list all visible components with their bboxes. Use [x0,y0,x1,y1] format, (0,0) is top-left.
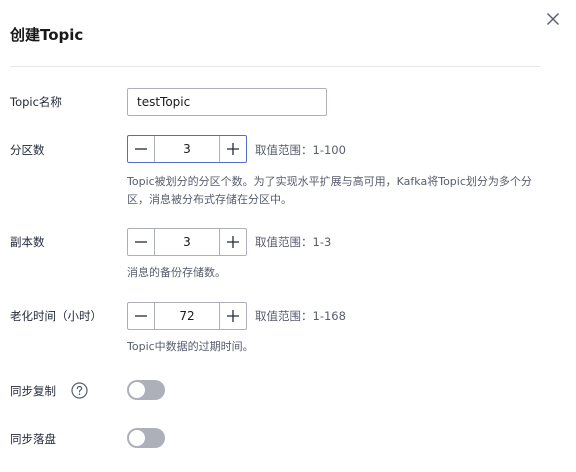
retention-value[interactable]: 72 [155,303,219,329]
retention-increment-button[interactable] [219,303,246,329]
retention-range: 取值范围：1-168 [255,309,346,323]
partitions-value[interactable]: 3 [155,136,219,162]
replicas-range: 取值范围：1-3 [255,235,332,249]
minus-icon [135,315,147,317]
retention-label: 老化时间（小时） [10,309,102,323]
partitions-stepper[interactable]: 3 [127,135,247,163]
sync-replication-toggle[interactable] [127,380,165,400]
replicas-decrement-button[interactable] [128,229,155,255]
sync-replication-label: 同步复制 [10,384,56,398]
dialog-title: 创建Topic [10,26,84,44]
topic-name-input[interactable] [127,88,327,116]
toggle-knob [129,382,145,398]
retention-help: Topic中数据的过期时间。 [127,340,254,353]
create-topic-dialog: 创建Topic Topic名称 分区数 3 取值范围：1-100 Topic被划… [0,0,576,472]
replicas-value[interactable]: 3 [155,229,219,255]
replicas-label: 副本数 [10,235,45,249]
plus-icon [227,236,239,248]
close-icon[interactable] [543,9,563,29]
minus-icon [135,148,147,150]
toggle-knob [129,430,145,446]
minus-icon [135,241,147,243]
replicas-stepper[interactable]: 3 [127,228,247,256]
sync-flush-label: 同步落盘 [10,432,56,446]
retention-decrement-button[interactable] [128,303,155,329]
header-divider [10,66,540,67]
partitions-help: Topic被划分的分区个数。为了实现水平扩展与高可用，Kafka将Topic划分… [127,175,532,206]
plus-icon [227,310,239,322]
partitions-increment-button[interactable] [219,136,246,162]
partitions-decrement-button[interactable] [128,136,155,162]
partitions-label: 分区数 [10,143,45,157]
retention-stepper[interactable]: 72 [127,302,247,330]
partitions-range: 取值范围：1-100 [255,143,346,157]
replicas-help: 消息的备份存储数。 [127,266,226,279]
question-circle-icon[interactable] [71,382,88,399]
topic-name-label: Topic名称 [10,95,62,109]
plus-icon [227,143,239,155]
replicas-increment-button[interactable] [219,229,246,255]
sync-flush-toggle[interactable] [127,428,165,448]
